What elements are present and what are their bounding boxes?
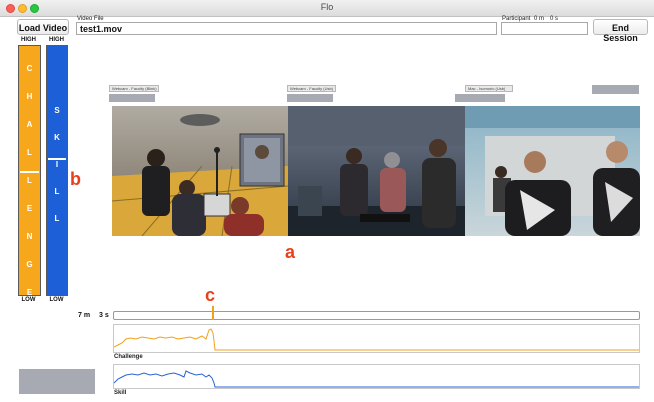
- skill-slider[interactable]: S K I L L: [46, 45, 68, 296]
- camera-1-placeholder: [109, 94, 155, 102]
- skill-graph: [113, 364, 640, 389]
- playback-minutes: 7 m: [78, 312, 91, 319]
- camera-3-placeholder: [455, 94, 505, 102]
- app-window: Flo Load Video Video File test1.mov Part…: [0, 0, 654, 402]
- skill-graph-label: Skill: [114, 390, 127, 396]
- video-frame-2-image: [288, 106, 465, 236]
- challenge-high-label: HIGH: [21, 37, 36, 43]
- playback-seconds: 3 s: [99, 312, 109, 319]
- challenge-slider[interactable]: C H A L L E N G E: [18, 45, 41, 297]
- challenge-bar-level-marker[interactable]: [20, 171, 39, 173]
- skill-low-label: LOW: [49, 297, 64, 303]
- camera-select-2[interactable]: Webcam - Faculty (Usb): [287, 85, 336, 92]
- main-content: Load Video Video File test1.mov Particip…: [0, 16, 654, 402]
- challenge-bar-letter: A: [26, 120, 33, 129]
- skill-bar-letter: K: [54, 133, 60, 142]
- bottom-left-placeholder: [19, 369, 95, 394]
- skill-bar-letter: L: [54, 214, 60, 223]
- challenge-bar-letter: C: [26, 64, 33, 73]
- end-session-button[interactable]: End Session: [593, 19, 648, 43]
- top-right-placeholder: [592, 85, 639, 94]
- challenge-bar-letter: E: [26, 288, 33, 297]
- annotation-a: a: [285, 242, 296, 262]
- challenge-graph-label: Challenge: [114, 354, 143, 360]
- skill-bar-level-marker[interactable]: [48, 158, 66, 160]
- load-video-button[interactable]: Load Video: [17, 19, 69, 35]
- participant-field[interactable]: [501, 22, 588, 35]
- skill-bar-letter: L: [54, 187, 60, 196]
- video-frame-1[interactable]: [112, 106, 288, 236]
- annotation-c: c: [205, 285, 216, 305]
- title-bar: Flo: [0, 0, 654, 17]
- window-title: Flo: [320, 2, 334, 12]
- challenge-bar-letter: G: [26, 260, 33, 269]
- challenge-graph: [113, 324, 640, 353]
- skill-graph-line: [113, 370, 639, 388]
- skill-bar-letter: I: [55, 160, 59, 169]
- camera-select-1[interactable]: Webcam - Faculty (Blink): [109, 85, 159, 92]
- annotation-b: b: [70, 169, 81, 189]
- skill-bar-letter: S: [54, 106, 60, 115]
- challenge-bar-letter: L: [27, 176, 32, 185]
- challenge-bar-letter: H: [26, 92, 33, 101]
- challenge-bar-letter: L: [27, 148, 32, 157]
- video-frames: [112, 106, 640, 236]
- challenge-low-label: LOW: [21, 297, 36, 303]
- video-frame-2[interactable]: [288, 106, 465, 236]
- video-frame-3[interactable]: [465, 106, 640, 236]
- camera-select-3[interactable]: Mac - Isomorio (Usb): [465, 85, 513, 92]
- video-frame-3-image: [465, 106, 640, 236]
- challenge-bar-letter: E: [26, 204, 33, 213]
- video-file-field[interactable]: test1.mov: [76, 22, 497, 35]
- skill-high-label: HIGH: [49, 37, 64, 43]
- playhead[interactable]: [212, 306, 214, 320]
- challenge-graph-line: [113, 328, 639, 351]
- playback-timeline[interactable]: [113, 311, 640, 320]
- challenge-bar-letter: N: [26, 232, 33, 241]
- video-frame-1-image: [112, 106, 288, 236]
- camera-2-placeholder: [287, 94, 333, 102]
